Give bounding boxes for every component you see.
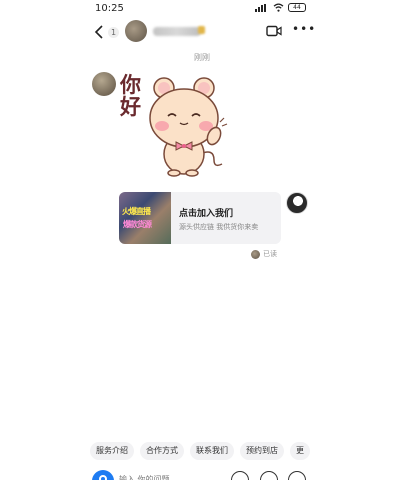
quick-reply-chip[interactable]: 服务介绍 <box>90 442 134 460</box>
unread-count-badge: 1 <box>108 26 120 38</box>
mouse-sticker-image <box>149 77 228 177</box>
read-receipt: 已读 <box>251 249 277 259</box>
reader-avatar-dot <box>251 249 260 259</box>
my-avatar[interactable] <box>286 192 308 214</box>
chat-screen: 10:25 44 1 ••• 刚刚 你好 火爆直播 爆款货源 点击加入我们 源头… <box>86 0 318 480</box>
message-timestamp: 刚刚 <box>194 53 210 62</box>
battery-icon: 44 <box>288 3 306 12</box>
send-icon[interactable] <box>231 471 249 480</box>
thumb-text-2: 爆款货源 <box>123 220 152 229</box>
quick-reply-chip[interactable]: 合作方式 <box>140 442 184 460</box>
card-title: 点击加入我们 <box>179 209 234 219</box>
read-status: 已读 <box>263 250 277 258</box>
invite-card[interactable]: 火爆直播 爆款货源 点击加入我们 源头供应链 我供货你来卖 <box>119 192 281 244</box>
message-input[interactable] <box>119 472 229 480</box>
card-thumbnail: 火爆直播 爆款货源 <box>119 192 171 244</box>
contact-badge-icon <box>198 26 205 34</box>
quick-reply-chip[interactable]: 更 <box>290 442 310 460</box>
signal-icon <box>255 3 269 12</box>
contact-avatar[interactable] <box>125 20 147 42</box>
card-subtitle: 源头供应链 我供货你来卖 <box>179 223 259 231</box>
sender-avatar[interactable] <box>92 72 116 96</box>
emoji-icon[interactable] <box>260 471 278 480</box>
thumb-text-1: 火爆直播 <box>122 207 151 216</box>
more-options-icon[interactable]: ••• <box>292 23 315 37</box>
back-button[interactable]: 1 <box>94 23 124 41</box>
chat-header: 1 ••• <box>86 18 318 46</box>
quick-reply-bar: 服务介绍 合作方式 联系我们 预约到店 更 <box>86 442 318 460</box>
quick-reply-chip[interactable]: 联系我们 <box>190 442 234 460</box>
voice-input-icon[interactable] <box>92 470 114 480</box>
quick-reply-chip[interactable]: 预约到店 <box>240 442 284 460</box>
wifi-icon <box>273 3 284 12</box>
add-icon[interactable] <box>288 471 306 480</box>
input-bar <box>86 468 318 480</box>
status-icons: 44 <box>255 3 306 12</box>
status-time: 10:25 <box>95 3 124 14</box>
status-bar: 10:25 44 <box>86 0 318 18</box>
contact-name-blurred[interactable] <box>153 27 201 36</box>
chevron-left-icon <box>94 25 103 39</box>
greeting-sticker[interactable]: 你好 <box>118 70 232 182</box>
video-call-icon[interactable] <box>266 25 282 37</box>
